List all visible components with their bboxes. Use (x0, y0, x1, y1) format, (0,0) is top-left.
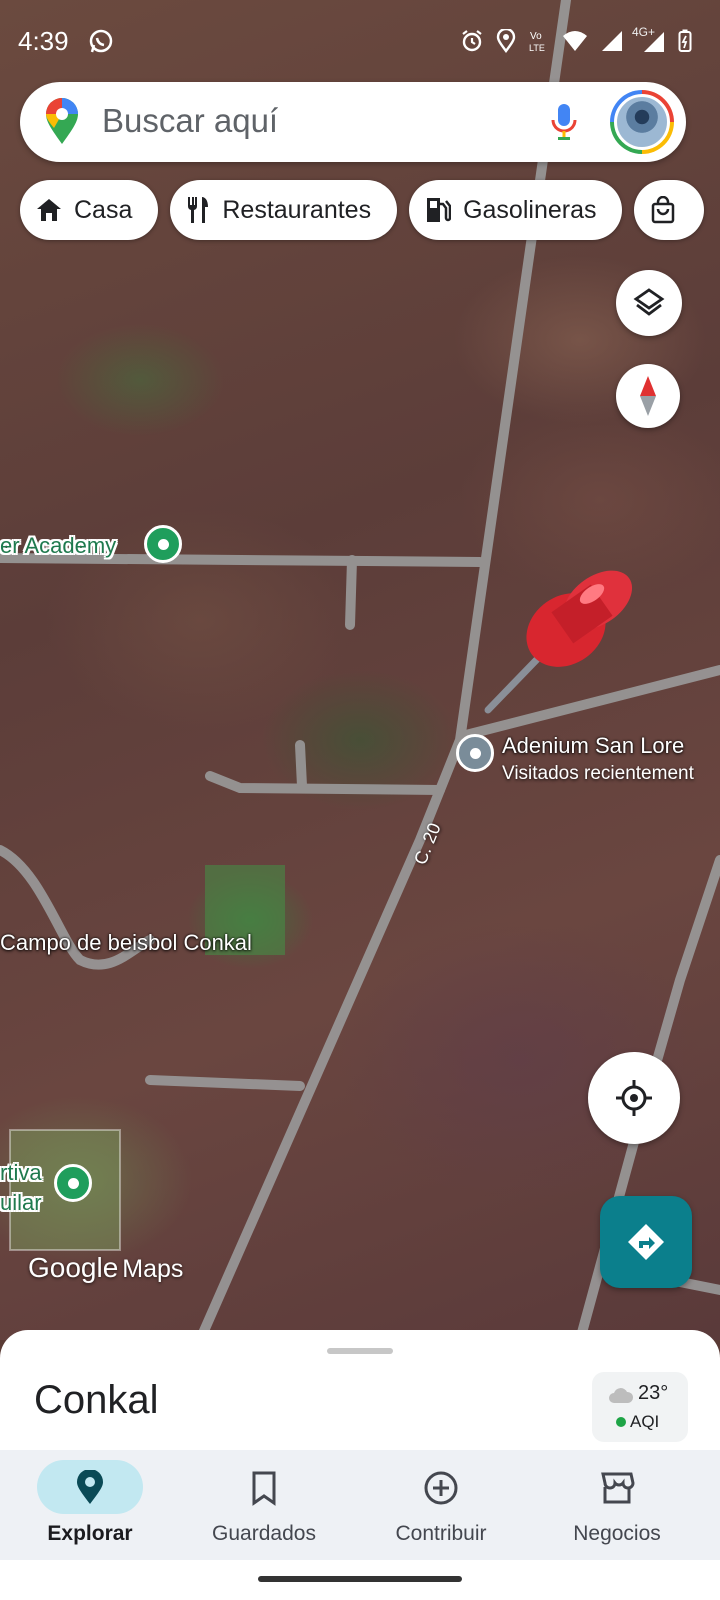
mic-icon[interactable] (550, 102, 578, 142)
label-academy[interactable]: er Academy (0, 533, 116, 559)
avatar-image (614, 94, 670, 150)
label-adenium[interactable]: Adenium San Lore (502, 733, 684, 759)
maps-wordmark: Maps (122, 1255, 184, 1283)
my-location-button[interactable] (588, 1052, 680, 1144)
label-deportiva-1[interactable]: rtiva (0, 1160, 42, 1186)
poi-academy-icon[interactable] (144, 525, 182, 563)
chip-restaurantes[interactable]: Restaurantes (170, 180, 398, 240)
whatsapp-icon (89, 29, 113, 53)
nav-contribuir-label: Contribuir (395, 1522, 487, 1545)
svg-text:LTE: LTE (529, 43, 545, 53)
road-connector (345, 555, 357, 630)
label-campo[interactable]: Campo de beisbol Conkal (0, 930, 252, 956)
wifi-icon (563, 31, 587, 51)
nav-explorar[interactable]: Explorar (0, 1450, 180, 1560)
chip-gasolineras-label: Gasolineras (463, 195, 597, 224)
maps-pin-icon (46, 98, 78, 144)
weather-temp: 23° (638, 1382, 669, 1404)
road-south-west (205, 771, 445, 795)
cloud-icon (609, 1388, 634, 1403)
weather-chip[interactable]: 23° AQI (592, 1372, 688, 1442)
chip-restaurantes-label: Restaurantes (222, 195, 372, 224)
road-lower (145, 1075, 305, 1091)
search-bar[interactable]: Buscar aquí (20, 82, 686, 162)
storefront-icon (601, 1472, 635, 1504)
nav-explorar-label: Explorar (47, 1522, 133, 1545)
google-wordmark: Google (28, 1252, 119, 1283)
aqi-label: AQI (630, 1412, 660, 1431)
volte-icon: VoLTE (529, 31, 545, 53)
layers-button[interactable] (616, 270, 682, 336)
location-icon (496, 29, 516, 53)
nav-guardados-label: Guardados (212, 1522, 316, 1545)
directions-icon (628, 1224, 664, 1260)
restaurant-icon (188, 197, 209, 223)
aqi-indicator (616, 1417, 626, 1427)
add-circle-icon (424, 1471, 458, 1505)
home-icon (37, 199, 61, 221)
bottom-sheet[interactable]: Conkal 23° AQI (0, 1330, 720, 1450)
bottom-navigation: Explorar Guardados Contribuir Negocios (0, 1450, 720, 1560)
chip-casa-label: Casa (74, 195, 133, 224)
compass-button[interactable] (616, 364, 680, 428)
chip-gasolineras[interactable]: Gasolineras (409, 180, 623, 240)
nav-negocios-label: Negocios (573, 1522, 661, 1545)
status-time: 4:39 (18, 26, 69, 56)
sheet-drag-handle[interactable] (327, 1348, 393, 1354)
poi-adenium-icon[interactable] (456, 734, 494, 772)
gesture-handle[interactable] (258, 1576, 462, 1582)
google-maps-logo: Google Maps (28, 1252, 183, 1284)
my-location-icon (616, 1080, 652, 1116)
gas-station-icon (427, 198, 452, 222)
nav-guardados[interactable]: Guardados (174, 1450, 354, 1560)
layers-icon (633, 288, 665, 316)
location-title: Conkal (34, 1378, 159, 1422)
nav-negocios[interactable]: Negocios (527, 1450, 707, 1560)
label-adenium-sub: Visitados recientement (502, 763, 694, 784)
directions-button[interactable] (600, 1196, 692, 1288)
signal-icon (602, 31, 622, 51)
search-input[interactable]: Buscar aquí (102, 102, 278, 140)
nav-contribuir[interactable]: Contribuir (351, 1450, 531, 1560)
4g-signal-icon: 4G+ (632, 25, 666, 53)
svg-text:Vo: Vo (530, 31, 542, 42)
category-chips: Casa Restaurantes Gasolineras (20, 180, 705, 240)
road-adenium-east (457, 665, 720, 741)
label-deportiva-2[interactable]: uilar (0, 1190, 42, 1216)
chip-casa[interactable]: Casa (20, 180, 159, 240)
poi-deportiva-icon[interactable] (54, 1164, 92, 1202)
battery-icon (678, 29, 692, 52)
explore-pin-icon (77, 1470, 103, 1504)
shopping-bag-icon (652, 196, 675, 224)
status-bar: 4:39 Vo LTE 4G+ (0, 0, 720, 80)
compass-icon (640, 376, 656, 416)
bookmark-icon (252, 1471, 276, 1506)
chip-shopping[interactable] (634, 180, 705, 240)
avatar[interactable] (610, 90, 674, 154)
red-pushpin-icon (484, 570, 633, 714)
road-stub (295, 740, 307, 791)
alarm-icon (462, 30, 482, 52)
